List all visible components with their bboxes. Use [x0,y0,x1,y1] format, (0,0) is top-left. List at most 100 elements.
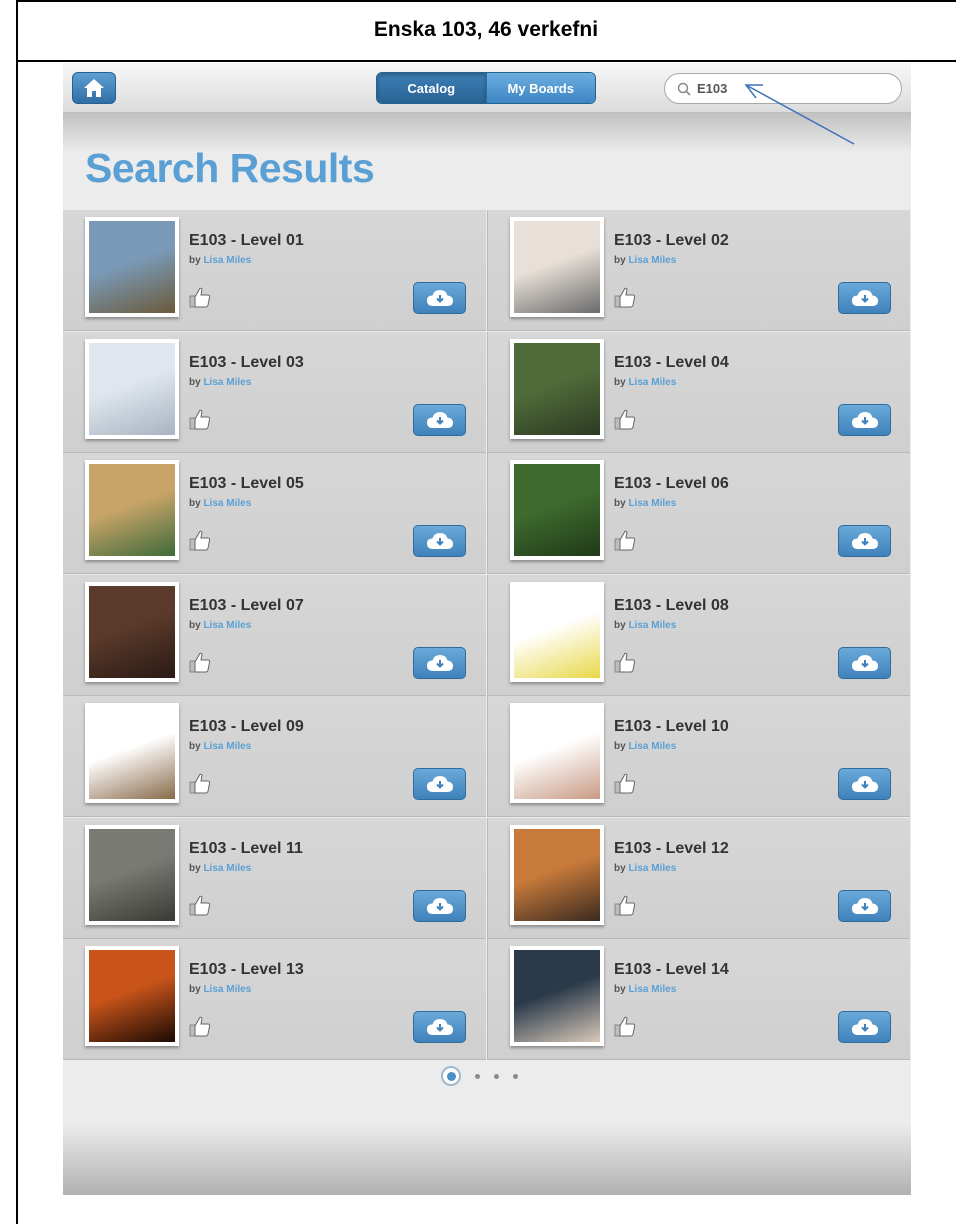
result-thumbnail[interactable] [85,703,179,803]
result-title[interactable]: E103 - Level 03 [189,354,304,372]
result-title[interactable]: E103 - Level 06 [614,475,729,493]
thumbs-up-icon[interactable] [614,651,636,673]
search-field[interactable]: E103 [664,73,902,104]
download-button[interactable] [838,889,891,922]
thumbs-up-icon[interactable] [189,894,211,916]
result-thumbnail[interactable] [85,460,179,560]
byline-prefix: by [189,498,201,509]
result-card[interactable]: E103 - Level 13 by Lisa Miles [63,939,486,1060]
download-button[interactable] [838,1011,891,1043]
result-card[interactable]: E103 - Level 14 by Lisa Miles [487,939,910,1060]
thumbs-up-icon[interactable] [189,408,211,430]
result-thumbnail[interactable] [510,703,604,803]
download-button[interactable] [838,282,891,314]
author-link[interactable]: Lisa Miles [203,863,251,874]
page-dot[interactable] [513,1073,518,1079]
result-title[interactable]: E103 - Level 12 [614,840,729,858]
result-card[interactable]: E103 - Level 11 by Lisa Miles [63,817,486,939]
thumbs-up-icon[interactable] [614,408,636,430]
result-thumbnail[interactable] [85,824,179,925]
result-title[interactable]: E103 - Level 04 [614,354,729,372]
search-input-value[interactable]: E103 [697,81,727,96]
result-card[interactable]: E103 - Level 03 by Lisa Miles [63,331,486,453]
download-button[interactable] [413,768,466,800]
result-thumbnail[interactable] [85,946,179,1046]
download-button[interactable] [838,646,891,679]
result-title[interactable]: E103 - Level 13 [189,961,304,979]
thumbs-up-icon[interactable] [614,772,636,794]
download-button[interactable] [413,403,466,436]
author-link[interactable]: Lisa Miles [203,620,251,631]
thumbs-up-icon[interactable] [189,286,211,308]
author-link[interactable]: Lisa Miles [203,255,251,266]
result-card[interactable]: E103 - Level 02 by Lisa Miles [487,210,910,331]
author-link[interactable]: Lisa Miles [203,498,251,509]
home-button[interactable] [72,72,116,104]
page-dot[interactable] [494,1073,499,1079]
result-card[interactable]: E103 - Level 10 by Lisa Miles [487,696,910,817]
download-button[interactable] [413,282,466,314]
result-thumbnail[interactable] [510,338,604,439]
thumbs-up-icon[interactable] [189,1015,211,1037]
result-title[interactable]: E103 - Level 02 [614,232,729,250]
page-dot[interactable] [475,1073,480,1079]
byline-prefix: by [189,619,201,631]
bottom-shadow [63,1123,911,1195]
result-card[interactable]: E103 - Level 01 by Lisa Miles [63,210,486,331]
author-link[interactable]: Lisa Miles [628,498,676,509]
result-card[interactable]: E103 - Level 07 by Lisa Miles [63,574,486,696]
download-button[interactable] [838,768,891,800]
result-thumbnail[interactable] [510,460,604,560]
byline-prefix: by [614,619,626,631]
result-title[interactable]: E103 - Level 09 [189,718,304,736]
thumbs-up-icon[interactable] [614,286,636,308]
result-thumbnail[interactable] [510,581,604,682]
page-dot-current[interactable] [441,1066,461,1086]
thumbs-up-icon[interactable] [614,894,636,916]
result-card[interactable]: E103 - Level 05 by Lisa Miles [63,453,486,574]
download-button[interactable] [413,646,466,679]
result-title[interactable]: E103 - Level 08 [614,597,729,615]
download-button[interactable] [413,525,466,557]
result-card[interactable]: E103 - Level 08 by Lisa Miles [487,574,910,696]
download-button[interactable] [838,403,891,436]
result-thumbnail[interactable] [510,217,604,317]
result-title[interactable]: E103 - Level 01 [189,232,304,250]
result-byline: by Lisa Miles [614,863,676,874]
thumbs-up-icon[interactable] [614,1015,636,1037]
author-link[interactable]: Lisa Miles [628,620,676,631]
result-title[interactable]: E103 - Level 07 [189,597,304,615]
tab-my-boards[interactable]: My Boards [485,73,595,103]
result-thumbnail[interactable] [85,338,179,439]
result-card[interactable]: E103 - Level 12 by Lisa Miles [487,817,910,939]
author-link[interactable]: Lisa Miles [628,863,676,874]
result-title[interactable]: E103 - Level 14 [614,961,729,979]
result-title[interactable]: E103 - Level 10 [614,718,729,736]
result-card[interactable]: E103 - Level 09 by Lisa Miles [63,696,486,817]
result-card[interactable]: E103 - Level 06 by Lisa Miles [487,453,910,574]
tab-catalog[interactable]: Catalog [377,73,486,103]
thumbs-up-icon[interactable] [614,529,636,551]
result-thumbnail[interactable] [510,824,604,925]
result-byline: by Lisa Miles [614,377,676,388]
download-button[interactable] [838,525,891,557]
result-title[interactable]: E103 - Level 11 [189,840,303,858]
thumbs-up-icon[interactable] [189,651,211,673]
author-link[interactable]: Lisa Miles [203,377,251,388]
author-link[interactable]: Lisa Miles [203,741,251,752]
download-button[interactable] [413,1011,466,1043]
download-button[interactable] [413,889,466,922]
author-link[interactable]: Lisa Miles [628,741,676,752]
result-thumbnail[interactable] [85,581,179,682]
author-link[interactable]: Lisa Miles [203,984,251,995]
thumbs-up-icon[interactable] [189,772,211,794]
result-title[interactable]: E103 - Level 05 [189,475,304,493]
author-link[interactable]: Lisa Miles [628,255,676,266]
author-link[interactable]: Lisa Miles [628,377,676,388]
byline-prefix: by [614,376,626,388]
result-card[interactable]: E103 - Level 04 by Lisa Miles [487,331,910,453]
author-link[interactable]: Lisa Miles [628,984,676,995]
result-thumbnail[interactable] [510,946,604,1046]
thumbs-up-icon[interactable] [189,529,211,551]
result-thumbnail[interactable] [85,217,179,317]
